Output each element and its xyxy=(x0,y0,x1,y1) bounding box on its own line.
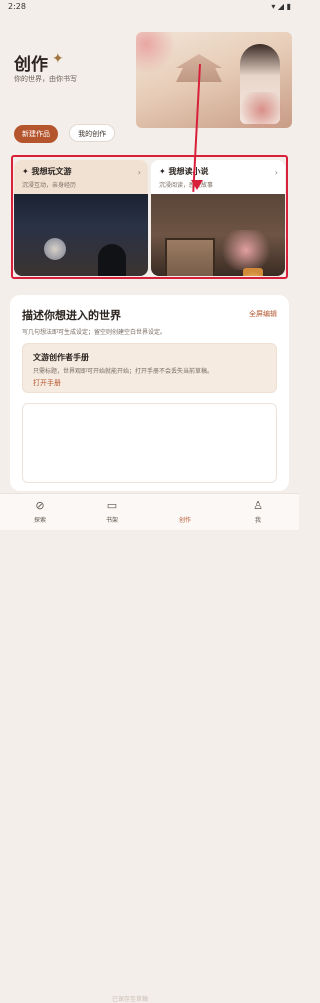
manual-title: 文游创作者手册 xyxy=(33,353,89,362)
nav-item-explore[interactable]: ⊘ 探索 xyxy=(10,499,70,524)
header: 创作 ✦ 你的世界，由你书写 xyxy=(0,14,299,128)
bottom-nav: ⊘ 探索 ▭ 书架 创作 ♙ 我 已保存至草稿 xyxy=(0,493,299,1003)
world-description-input[interactable] xyxy=(22,403,277,483)
page-subtitle: 你的世界，由你书写 xyxy=(14,75,77,83)
world-description-panel: 描述你想进入的世界 全屏编辑 写几句想法即可生成设定；留空则创建空白世界设定。 … xyxy=(10,295,289,491)
nav-label: 创作 xyxy=(178,517,191,524)
open-manual-link[interactable]: 打开手册 xyxy=(33,378,61,388)
annotation-arrowhead xyxy=(191,180,203,190)
blossom-decoration xyxy=(232,92,292,128)
manual-description: 只需标题，世界观即可开始就能开始；打开手册不会丢失当前草稿。 xyxy=(33,368,214,375)
save-toast: 已保存至草稿 xyxy=(112,996,149,1003)
person-icon: ♙ xyxy=(253,499,263,512)
hero-illustration xyxy=(136,32,292,128)
status-icons: ▾ ◢ ▮ xyxy=(271,2,291,11)
nav-label: 探索 xyxy=(33,517,46,524)
status-bar: 2:28 ▾ ◢ ▮ xyxy=(0,0,299,14)
sparkle-icon: ✦ xyxy=(52,51,64,67)
blossom-decoration xyxy=(136,32,186,72)
folder-icon: ▭ xyxy=(106,499,118,512)
tab-my-works[interactable]: 我的创作 xyxy=(69,124,116,142)
creator-manual-box: 文游创作者手册 只需标题，世界观即可开始就能开始；打开手册不会丢失当前草稿。 打… xyxy=(22,343,277,393)
compass-icon: ⊘ xyxy=(35,499,45,512)
creation-tabs: 新建作品 我的创作 xyxy=(14,121,121,143)
nav-label: 书架 xyxy=(105,517,118,524)
nav-item-me[interactable]: ♙ 我 xyxy=(228,499,288,524)
status-time: 2:28 xyxy=(8,2,26,11)
panel-hint: 写几句想法即可生成设定；留空则创建空白世界设定。 xyxy=(22,329,167,336)
panel-title: 描述你想进入的世界 xyxy=(22,309,121,322)
page-title: 创作 xyxy=(14,55,48,75)
nav-item-bookshelf[interactable]: ▭ 书架 xyxy=(82,499,142,524)
highlight-box xyxy=(11,155,288,279)
fullscreen-edit-link[interactable]: 全屏编辑 xyxy=(249,309,277,319)
nav-item-create[interactable]: 创作 xyxy=(155,499,215,524)
nav-label: 我 xyxy=(254,517,261,524)
tab-new-work[interactable]: 新建作品 xyxy=(14,125,58,143)
